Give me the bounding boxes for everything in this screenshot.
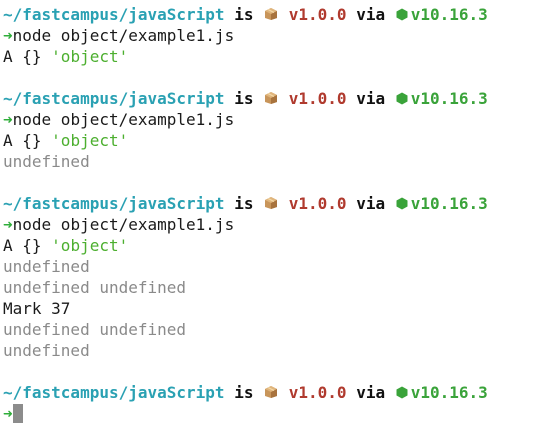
package-version: v1.0.0 <box>288 383 347 402</box>
terminal-window[interactable]: ~/fastcampus/javaScript is v1.0.0 via v1… <box>0 0 559 434</box>
output-line: undefined <box>3 151 559 172</box>
output-line: A {} 'object' <box>3 130 559 151</box>
package-version: v1.0.0 <box>288 194 347 213</box>
nodejs-hex-icon <box>396 92 408 105</box>
prompt-is: is <box>234 89 254 108</box>
output-text: A {} <box>3 131 52 150</box>
command-text: node object/example1.js <box>12 26 235 45</box>
input-line[interactable]: ➜ <box>3 403 559 424</box>
prompt-line: ~/fastcampus/javaScript is v1.0.0 via v1… <box>3 4 559 25</box>
prompt-line: ~/fastcampus/javaScript is v1.0.0 via v1… <box>3 193 559 214</box>
prompt-path: ~/fastcampus/javaScript <box>3 383 225 402</box>
output-text: undefined <box>3 257 90 276</box>
prompt-via: via <box>356 383 386 402</box>
output-line: A {} 'object' <box>3 235 559 256</box>
output-text: undefined <box>3 152 90 171</box>
output-text: 'object' <box>51 236 129 255</box>
output-text: undefined <box>3 341 90 360</box>
package-icon <box>265 386 278 398</box>
command-text: node object/example1.js <box>12 215 235 234</box>
prompt-arrow-icon: ➜ <box>3 110 13 129</box>
prompt-arrow-icon: ➜ <box>3 404 13 423</box>
prompt-line: ~/fastcampus/javaScript is v1.0.0 via v1… <box>3 382 559 403</box>
prompt-is: is <box>234 194 254 213</box>
prompt-via: via <box>356 89 386 108</box>
output-text: 'object' <box>51 131 129 150</box>
command-line: ➜node object/example1.js <box>3 109 559 130</box>
package-version: v1.0.0 <box>288 5 347 24</box>
nodejs-hex-icon <box>396 197 408 210</box>
prompt-path: ~/fastcampus/javaScript <box>3 89 225 108</box>
node-version: v10.16.3 <box>410 89 488 108</box>
package-icon <box>265 197 278 209</box>
command-text: node object/example1.js <box>12 110 235 129</box>
output-line: undefined undefined <box>3 319 559 340</box>
package-icon <box>265 8 278 20</box>
prompt-is: is <box>234 383 254 402</box>
command-line: ➜node object/example1.js <box>3 214 559 235</box>
output-line: A {} 'object' <box>3 46 559 67</box>
output-text: 'object' <box>51 47 129 66</box>
output-line: undefined <box>3 340 559 361</box>
output-text: A {} <box>3 47 52 66</box>
output-text: undefined undefined <box>3 320 187 339</box>
package-icon <box>265 92 278 104</box>
prompt-path: ~/fastcampus/javaScript <box>3 194 225 213</box>
output-line: Mark 37 <box>3 298 559 319</box>
prompt-via: via <box>356 194 386 213</box>
output-line: undefined undefined <box>3 277 559 298</box>
text-cursor[interactable] <box>12 404 23 423</box>
output-text: Mark 37 <box>3 299 71 318</box>
prompt-is: is <box>234 5 254 24</box>
node-version: v10.16.3 <box>410 194 488 213</box>
package-version: v1.0.0 <box>288 89 347 108</box>
node-version: v10.16.3 <box>410 5 488 24</box>
prompt-line: ~/fastcampus/javaScript is v1.0.0 via v1… <box>3 88 559 109</box>
nodejs-hex-icon <box>396 386 408 399</box>
prompt-arrow-icon: ➜ <box>3 26 13 45</box>
prompt-path: ~/fastcampus/javaScript <box>3 5 225 24</box>
prompt-arrow-icon: ➜ <box>3 215 13 234</box>
output-text: undefined undefined <box>3 278 187 297</box>
output-text: A {} <box>3 236 52 255</box>
output-line: undefined <box>3 256 559 277</box>
nodejs-hex-icon <box>396 8 408 21</box>
prompt-via: via <box>356 5 386 24</box>
node-version: v10.16.3 <box>410 383 488 402</box>
command-line: ➜node object/example1.js <box>3 25 559 46</box>
